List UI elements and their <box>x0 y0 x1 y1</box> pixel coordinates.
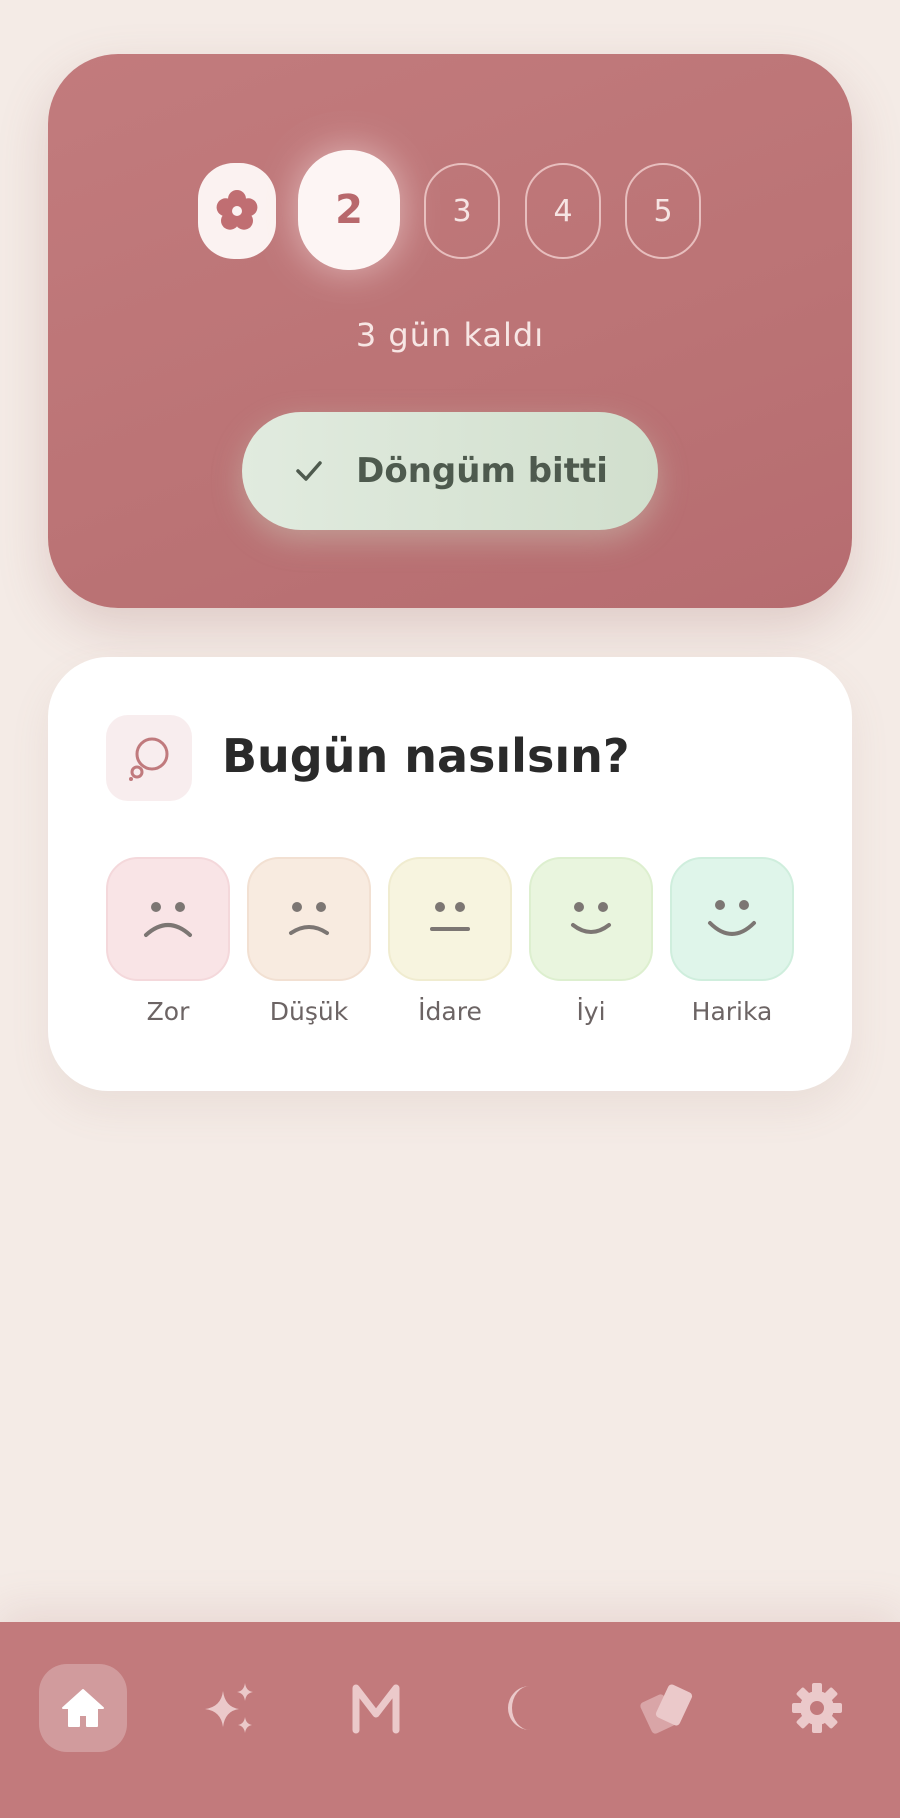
cycle-step-4[interactable]: 4 <box>525 163 601 259</box>
happy-face-icon <box>708 900 756 936</box>
cycle-finished-button[interactable]: Döngüm bitti <box>242 412 658 530</box>
mood-face-idare <box>388 857 512 981</box>
mood-option-idare[interactable]: İdare <box>388 857 512 1026</box>
mood-label-zor: Zor <box>146 997 190 1026</box>
flower-icon <box>216 190 258 230</box>
mood-label-iyi: İyi <box>576 997 606 1026</box>
mood-face-harika <box>670 857 794 981</box>
mood-icon-badge <box>106 715 192 801</box>
mood-option-dusuk[interactable]: Düşük <box>247 857 371 1026</box>
check-icon <box>296 461 322 481</box>
sad-face-icon <box>144 902 192 937</box>
mood-face-dusuk <box>247 857 371 981</box>
home-icon <box>62 1689 104 1727</box>
cards-icon <box>640 1684 693 1734</box>
cycle-step-5[interactable]: 5 <box>625 163 701 259</box>
mood-option-harika[interactable]: Harika <box>670 857 794 1026</box>
neutral-face-icon <box>430 902 470 931</box>
mood-label-harika: Harika <box>691 997 773 1026</box>
days-left-text: 3 gün kaldı <box>355 316 545 354</box>
cycle-step-current[interactable]: 2 <box>298 150 400 270</box>
moon-icon <box>508 1686 530 1730</box>
nav-moon[interactable] <box>478 1664 566 1752</box>
cycle-card: 2 3 4 5 3 gün kaldı Döngüm bitti <box>48 54 852 608</box>
mood-label-dusuk: Düşük <box>269 997 349 1026</box>
nav-cards[interactable] <box>624 1664 712 1752</box>
smile-face-icon <box>571 902 611 934</box>
mood-face-zor <box>106 857 230 981</box>
sparkles-icon <box>205 1683 253 1733</box>
mood-card: Bugün nasılsın? Zor Düşük İdare İyi Hari… <box>48 657 852 1091</box>
mood-label-idare: İdare <box>418 997 482 1026</box>
cycle-step-3[interactable]: 3 <box>424 163 500 259</box>
cycle-day-stepper: 2 3 4 5 <box>48 150 852 274</box>
mood-option-zor[interactable]: Zor <box>106 857 230 1026</box>
mood-face-iyi <box>529 857 653 981</box>
bottom-nav <box>0 1622 900 1818</box>
thought-bubble-icon <box>129 737 169 781</box>
cycle-step-flower[interactable] <box>198 163 276 259</box>
gear-icon <box>792 1683 842 1733</box>
letter-m-icon <box>352 1684 400 1734</box>
cycle-finished-label: Döngüm bitti <box>356 451 608 491</box>
mood-title: Bugün nasılsın? <box>222 729 630 783</box>
frown-face-icon <box>289 902 329 935</box>
nav-sparkles[interactable] <box>186 1664 274 1752</box>
mood-option-iyi[interactable]: İyi <box>529 857 653 1026</box>
nav-m[interactable] <box>332 1664 420 1752</box>
nav-settings[interactable] <box>773 1664 861 1752</box>
nav-home[interactable] <box>39 1664 127 1752</box>
